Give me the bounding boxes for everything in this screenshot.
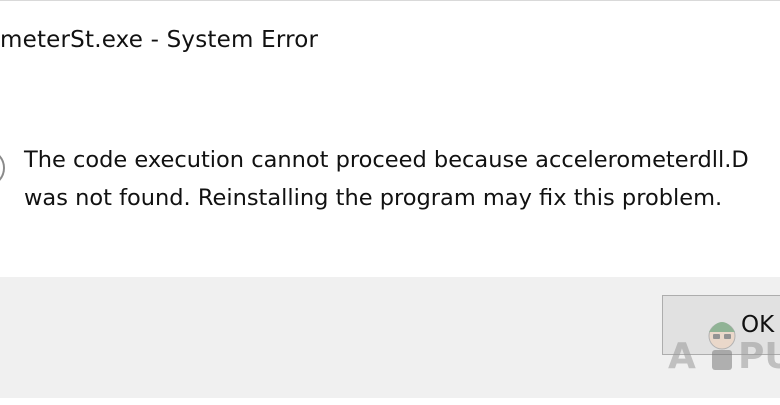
bottom-margin (0, 398, 780, 405)
dialog-title: meterSt.exe - System Error (0, 27, 319, 53)
watermark-text-right: PU (738, 336, 780, 377)
screenshot-frame: meterSt.exe - System Error The code exec… (0, 0, 780, 405)
watermark-text-left: A (668, 336, 696, 377)
error-message-line-2: was not found. Reinstalling the program … (24, 185, 723, 211)
appuals-watermark: A PU (668, 306, 780, 378)
error-message: The code execution cannot proceed becaus… (24, 141, 749, 217)
system-error-dialog: meterSt.exe - System Error The code exec… (0, 0, 780, 400)
dialog-footer: OK (0, 277, 780, 399)
error-message-line-1: The code execution cannot proceed becaus… (24, 147, 749, 173)
error-icon (0, 141, 12, 195)
